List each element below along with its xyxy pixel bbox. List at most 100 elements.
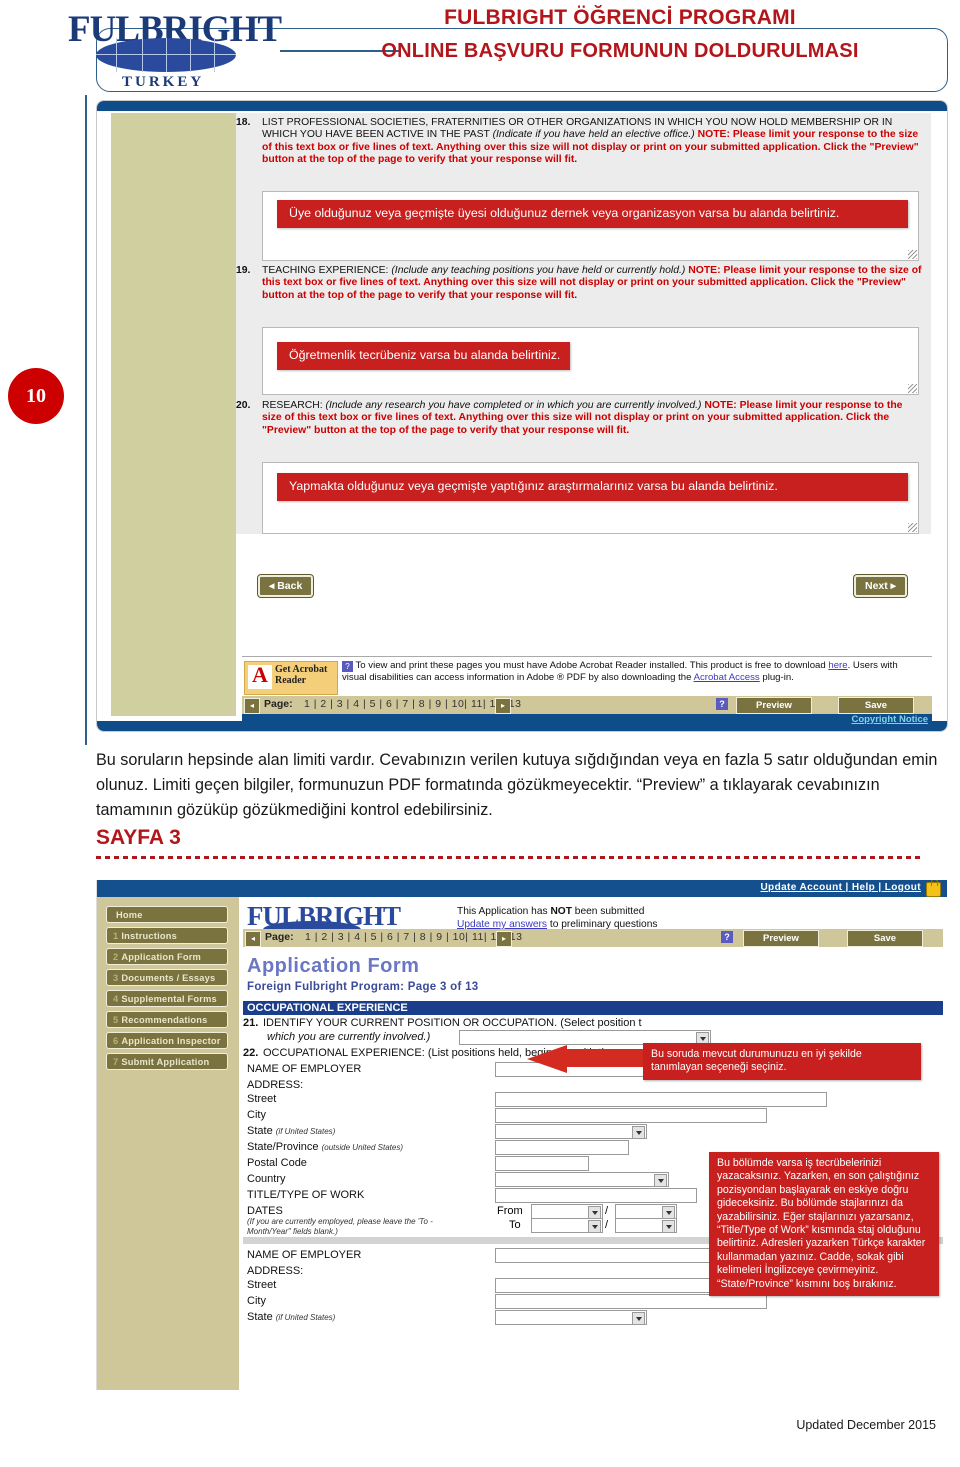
q20-callout: Yapmakta olduğunuz veya geçmişte yaptığı… [277,473,908,501]
page-subtitle: Foreign Fulbright Program: Page 3 of 13 [247,981,479,993]
q19-heading: TEACHING EXPERIENCE: (Include any teachi… [262,265,922,302]
sidebar-item-number: 4 [113,994,119,1004]
select-to-year[interactable] [615,1218,677,1233]
top-pager-bar: ◂ Page: 1 | 2 | 3 | 4 | 5 | 6 | 7 | 8 | … [242,696,932,714]
save-button[interactable]: Save [847,930,923,947]
label-dates: DATES [247,1205,283,1217]
back-button[interactable]: ◂ Back [258,575,314,597]
q20-heading-italic: (Include any research you have completed… [325,400,702,411]
pager-prev-arrow[interactable]: ◂ [244,698,260,714]
select-from-month[interactable] [531,1204,603,1219]
input-name-of-employer-2[interactable] [495,1248,712,1263]
input-city[interactable] [495,1108,767,1123]
resize-handle-icon[interactable] [908,523,917,532]
select-state[interactable] [495,1124,647,1139]
label-state: State (if United States) [247,1125,335,1137]
copyright-link[interactable]: Copyright Notice [851,714,928,725]
acrobat-text-1: To view and print these pages you must h… [355,660,829,671]
bottom-top-blue-bar: Update Account | Help | Logout [97,880,947,897]
label-country: Country [247,1173,286,1185]
q20-heading: RESEARCH: (Include any research you have… [262,400,922,437]
acrobat-text-3: plug-in. [759,672,794,683]
sidebar-item-supplemental-forms[interactable]: 4 Supplemental Forms [106,990,228,1007]
bottom-main-panel: FULBRIGHT This Application has NOT been … [239,897,947,1390]
label-name-of-employer: NAME OF EMPLOYER [247,1063,362,1075]
q19-callout: Öğretmenlik tecrübeniz varsa bu alanda b… [277,342,571,370]
adobe-a-icon [248,662,272,689]
q20-textarea[interactable]: Yapmakta olduğunuz veya geçmişte yaptığı… [262,462,919,534]
pager-next-arrow[interactable]: ▸ [495,698,511,714]
select-from-year[interactable] [615,1204,677,1219]
copyright-bar: Copyright Notice [242,714,932,727]
pager-prev-arrow[interactable]: ◂ [245,931,261,947]
acrobat-here-link[interactable]: here [828,660,847,671]
sidebar-item-home[interactable]: Home [106,906,228,923]
sidebar-item-label: Supplemental Forms [121,994,217,1004]
q18-textarea[interactable]: Üye olduğunuz veya geçmişte üyesi olduğu… [262,191,919,261]
q18-heading-italic: (Indicate if you have held an elective o… [492,129,695,141]
sidebar-item-application-form[interactable]: 2 Application Form [106,948,228,965]
acrobat-notice-row: Get Acrobat Reader ? To view and print t… [242,656,932,697]
input-postal-code[interactable] [495,1156,589,1171]
header-title-line2: ONLINE BAŞVURU FORMUNUN DOLDURULMASI [381,40,859,62]
input-state-province[interactable] [495,1140,629,1155]
sidebar-item-submit-application[interactable]: 7 Submit Application [106,1053,228,1070]
pager-next-arrow[interactable]: ▸ [496,931,512,947]
sidebar-item-label: Submit Application [121,1057,210,1067]
label-state-text-2: State [247,1311,273,1323]
preview-button[interactable]: Preview [743,930,819,947]
acrobat-brand-line1: Acrobat [292,664,328,675]
label-postal-code: Postal Code [247,1157,307,1169]
globe-icon [96,38,236,72]
account-links[interactable]: Update Account | Help | Logout [760,882,921,893]
sidebar-item-instructions[interactable]: 1 Instructions [106,927,228,944]
q18-callout: Üye olduğunuz veya geçmişte üyesi olduğu… [277,200,908,228]
preview-button[interactable]: Preview [736,697,812,714]
select-state-2[interactable] [495,1310,647,1325]
left-vertical-rule [85,95,87,745]
acrobat-access-link[interactable]: Acrobat Access [694,672,760,683]
pager-label: Page: [265,931,294,943]
input-title-type-of-work[interactable] [495,1188,697,1203]
label-state-2: State (if United States) [247,1311,335,1323]
resize-handle-icon[interactable] [908,384,917,393]
label-dates-note: (If you are currently employed, please l… [247,1217,433,1236]
next-button[interactable]: Next ▸ [854,575,907,597]
browser-top-blue-bar [97,101,947,111]
select-to-month[interactable] [531,1218,603,1233]
label-address-2: ADDRESS: [247,1265,304,1277]
help-icon[interactable]: ? [342,661,353,672]
sidebar-item-recommendations[interactable]: 5 Recommendations [106,1011,228,1028]
label-city-2: City [247,1295,266,1307]
sidebar-item-label: Application Inspector [121,1036,221,1046]
sidebar-item-documents-essays[interactable]: 3 Documents / Essays [106,969,228,986]
q20-heading-text: RESEARCH: [262,400,326,411]
sidebar-item-label: Application Form [121,952,202,962]
input-city-2[interactable] [495,1294,767,1309]
screenshot-top: 18. LIST PROFESSIONAL SOCIETIES, FRATERN… [96,100,948,732]
select-country[interactable] [495,1172,669,1187]
save-button[interactable]: Save [838,697,914,714]
sidebar-item-label: Home [116,910,143,920]
input-street[interactable] [495,1092,827,1107]
q18-heading: LIST PROFESSIONAL SOCIETIES, FRATERNITIE… [262,117,922,167]
sidebar-item-label: Recommendations [121,1015,208,1025]
pager-numbers[interactable]: 1 | 2 | 3 | 4 | 5 | 6 | 7 | 8 | 9 | 10| … [304,698,522,710]
sidebar-item-label: Instructions [121,931,177,941]
pager-help-icon[interactable]: ? [716,698,728,710]
sidebar-item-application-inspector[interactable]: 6 Application Inspector [106,1032,228,1049]
sidebar-item-number: 6 [113,1036,119,1046]
q19-textarea[interactable]: Öğretmenlik tecrübeniz varsa bu alanda b… [262,327,919,395]
sidebar-item-number: 1 [113,931,119,941]
resize-handle-icon[interactable] [908,250,917,259]
pager-help-icon[interactable]: ? [721,931,733,943]
top-screenshot-body: 18. LIST PROFESSIONAL SOCIETIES, FRATERN… [236,113,947,727]
q22-number: 22. [243,1047,259,1059]
pager-numbers[interactable]: 1 | 2 | 3 | 4 | 5 | 6 | 7 | 8 | 9 | 10| … [305,931,523,943]
date-slash-2: / [605,1219,609,1231]
label-state-province-text: State/Province [247,1141,319,1153]
label-state-province: State/Province (outside United States) [247,1141,403,1153]
sidebar-item-number: 2 [113,952,119,962]
bottom-pager-bar: ◂ Page: 1 | 2 | 3 | 4 | 5 | 6 | 7 | 8 | … [243,929,943,947]
step-number-badge: 10 [8,368,64,424]
